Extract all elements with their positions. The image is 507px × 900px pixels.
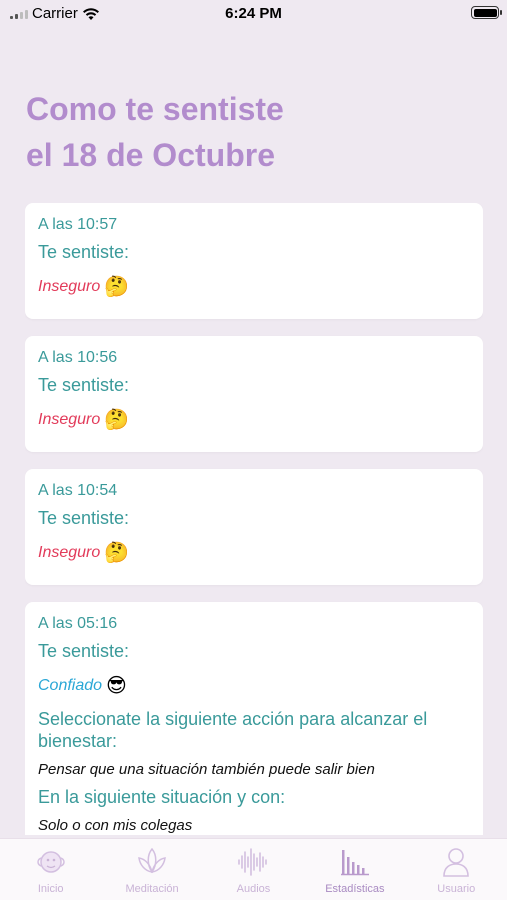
screen: Carrier 6:24 PM Como te sentiste el 18 d… bbox=[0, 0, 507, 900]
entry-label: Te sentiste: bbox=[38, 508, 130, 528]
entry-time: A las 10:57 bbox=[38, 216, 118, 233]
sunglasses-face-icon: 😎 bbox=[106, 675, 127, 697]
feeling-row: Inseguro 🤔 bbox=[38, 408, 470, 432]
tab-bar: Inicio Meditación Audios Estadísticas Us… bbox=[0, 838, 507, 900]
tab-inicio[interactable]: Inicio bbox=[3, 845, 98, 895]
feeling-row: Inseguro 🤔 bbox=[38, 541, 470, 565]
entry-time: A las 10:54 bbox=[38, 482, 118, 499]
tab-meditacion[interactable]: Meditación bbox=[105, 845, 200, 895]
thinking-face-icon: 🤔 bbox=[104, 542, 130, 564]
feeling-row: Confiado 😎 bbox=[38, 674, 470, 698]
entry-label: Te sentiste: bbox=[38, 375, 130, 395]
feeling-text: Inseguro bbox=[38, 411, 101, 428]
thinking-face-icon: 🤔 bbox=[104, 409, 130, 431]
tab-label: Usuario bbox=[437, 883, 476, 895]
tab-label: Inicio bbox=[37, 883, 64, 895]
monkey-icon bbox=[36, 851, 65, 873]
page-title-line1: Como te sentiste bbox=[26, 91, 284, 127]
lotus-icon bbox=[138, 847, 166, 874]
entry-card[interactable]: A las 10:57 Te sentiste: Inseguro 🤔 bbox=[25, 203, 483, 319]
feeling-text: Inseguro bbox=[38, 544, 101, 561]
feeling-text: Inseguro bbox=[38, 278, 101, 295]
thinking-face-icon: 🤔 bbox=[104, 276, 130, 298]
situation-label: En la siguiente situación y con: bbox=[38, 787, 286, 807]
entry-time: A las 10:56 bbox=[38, 349, 118, 366]
action-label: Seleccionate la siguiente acción para al… bbox=[38, 709, 428, 751]
waveform-icon bbox=[238, 848, 268, 876]
entry-label: Te sentiste: bbox=[38, 242, 130, 262]
entries-list[interactable]: A las 10:57 Te sentiste: Inseguro 🤔 A la… bbox=[25, 203, 483, 835]
battery-icon bbox=[471, 6, 502, 19]
feeling-row: Inseguro 🤔 bbox=[38, 275, 470, 299]
page-title-line2: el 18 de Octubre bbox=[26, 137, 275, 173]
feeling-text: Confiado bbox=[38, 677, 103, 694]
entry-card[interactable]: A las 10:56 Te sentiste: Inseguro 🤔 bbox=[25, 336, 483, 452]
action-text: Pensar que una situación también puede s… bbox=[38, 761, 375, 778]
tab-estadisticas[interactable]: Estadísticas bbox=[307, 845, 402, 895]
status-bar: Carrier 6:24 PM bbox=[0, 0, 507, 28]
tab-label: Audios bbox=[236, 883, 271, 895]
entry-time: A las 05:16 bbox=[38, 615, 118, 632]
tab-label: Estadísticas bbox=[325, 883, 385, 895]
bar-chart-icon bbox=[340, 850, 369, 876]
user-icon bbox=[443, 848, 470, 877]
entry-label: Te sentiste: bbox=[38, 641, 130, 661]
status-time: 6:24 PM bbox=[225, 5, 282, 22]
tab-label: Meditación bbox=[125, 883, 179, 895]
entry-card[interactable]: A las 10:54 Te sentiste: Inseguro 🤔 bbox=[25, 469, 483, 585]
tab-usuario[interactable]: Usuario bbox=[409, 845, 504, 895]
page-title: Como te sentiste el 18 de Octubre bbox=[26, 86, 486, 178]
situation-text: Solo o con mis colegas bbox=[38, 817, 193, 834]
tab-audios[interactable]: Audios bbox=[206, 845, 301, 895]
entry-card[interactable]: A las 05:16 Te sentiste: Confiado 😎 Sele… bbox=[25, 602, 483, 835]
